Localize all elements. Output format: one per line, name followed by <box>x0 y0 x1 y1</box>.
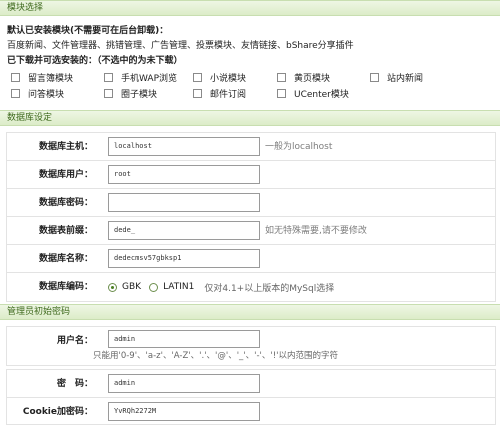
module-label: 小说模块 <box>210 73 247 84</box>
module-label: UCenter模块 <box>294 89 349 100</box>
section-header-modules: 模块选择 <box>0 0 500 16</box>
db-user-input[interactable]: root <box>108 165 260 184</box>
db-password-input[interactable] <box>108 193 260 212</box>
module-checkbox-mail[interactable]: 邮件订阅 <box>193 86 246 100</box>
db-prefix-label: 数据表前缀： <box>38 226 93 236</box>
section-header-admin: 管理员初始密码 <box>0 304 500 320</box>
module-label: 留言簿模块 <box>28 73 74 84</box>
checkbox-box[interactable] <box>193 88 202 98</box>
db-name-row: 数据库名称： dedecmsv57gbksp1 <box>6 244 496 274</box>
module-checkbox-yellowpages[interactable]: 黄页模块 <box>277 70 330 84</box>
db-host-input[interactable]: localhost <box>108 137 260 156</box>
admin-username-hint: 只能用'0-9'、'a-z'、'A-Z'、'.'、'@'、'_'、'-'、'!'… <box>93 351 338 361</box>
checkbox-box[interactable] <box>104 72 113 82</box>
db-password-label: 数据库密码： <box>38 198 93 208</box>
module-checkbox-qa[interactable]: 问答模块 <box>11 86 64 100</box>
charset-note: 仅对4.1+以上版本的MySql选择 <box>204 283 335 294</box>
db-charset-row: 数据库编码： GBK LATIN1 仅对4.1+以上版本的MySql选择 <box>6 272 496 302</box>
admin-cookie-input[interactable]: YvRQh2272M <box>108 402 260 421</box>
db-password-row: 数据库密码： <box>6 188 496 218</box>
admin-username-input[interactable]: admin <box>108 330 260 348</box>
admin-username-row: 用户名： admin 只能用'0-9'、'a-z'、'A-Z'、'.'、'@'、… <box>6 326 496 366</box>
checkbox-box[interactable] <box>193 72 202 82</box>
db-name-input[interactable]: dedecmsv57gbksp1 <box>108 249 260 268</box>
db-user-row: 数据库用户： root <box>6 160 496 190</box>
checkbox-box[interactable] <box>11 88 20 98</box>
checkbox-box[interactable] <box>104 88 113 98</box>
installed-modules-list: 百度新闻、文件管理器、挑错管理、广告管理、投票模块、友情链接、bShare分享插… <box>7 41 354 51</box>
charset-latin1-label: LATIN1 <box>163 282 195 292</box>
optional-modules-title: 已下载并可选安装的：（不选中的为未下载） <box>7 56 183 66</box>
db-charset-radio-group: GBK LATIN1 仅对4.1+以上版本的MySql选择 <box>108 273 334 301</box>
charset-latin1-radio[interactable] <box>149 282 159 292</box>
module-label: 邮件订阅 <box>210 89 247 100</box>
admin-cookie-row: Cookie加密码： YvRQh2272M <box>6 397 496 425</box>
db-prefix-hint: 如无特殊需要,请不要修改 <box>265 226 367 236</box>
admin-cookie-label: Cookie加密码： <box>22 407 93 417</box>
module-checkbox-sitenews[interactable]: 站内新闻 <box>370 70 423 84</box>
checkbox-box[interactable] <box>370 72 379 82</box>
module-label: 站内新闻 <box>387 73 424 84</box>
module-checkbox-guestbook[interactable]: 留言簿模块 <box>11 70 73 84</box>
admin-username-label: 用户名： <box>56 336 93 346</box>
checkbox-box[interactable] <box>11 72 20 82</box>
checkbox-box[interactable] <box>277 88 286 98</box>
db-charset-label: 数据库编码： <box>38 282 93 292</box>
module-label: 手机WAP浏览 <box>121 73 177 84</box>
charset-gbk-radio[interactable] <box>108 282 117 292</box>
admin-password-input[interactable]: admin <box>108 374 260 393</box>
module-checkbox-wap[interactable]: 手机WAP浏览 <box>104 70 177 84</box>
module-label: 圈子模块 <box>121 89 158 100</box>
installed-modules-title: 默认已安装模块(不需要可在后台卸载)： <box>7 26 169 36</box>
db-host-hint: 一般为localhost <box>265 142 333 152</box>
admin-password-label: 密 码： <box>56 379 93 389</box>
module-checkbox-ucenter[interactable]: UCenter模块 <box>277 86 349 100</box>
db-prefix-row: 数据表前缀： dede_ 如无特殊需要,请不要修改 <box>6 216 496 246</box>
charset-gbk-label: GBK <box>122 282 142 292</box>
db-prefix-input[interactable]: dede_ <box>108 221 260 240</box>
db-host-label: 数据库主机： <box>38 142 93 152</box>
module-label: 黄页模块 <box>294 73 331 84</box>
module-checkbox-novel[interactable]: 小说模块 <box>193 70 246 84</box>
db-user-label: 数据库用户： <box>38 170 93 180</box>
module-checkbox-group[interactable]: 圈子模块 <box>104 86 157 100</box>
section-header-database: 数据库设定 <box>0 110 500 126</box>
checkbox-box[interactable] <box>277 72 286 82</box>
admin-password-row: 密 码： admin <box>6 369 496 399</box>
module-label: 问答模块 <box>28 89 65 100</box>
db-name-label: 数据库名称： <box>38 254 93 264</box>
db-host-row: 数据库主机： localhost 一般为localhost <box>6 132 496 162</box>
